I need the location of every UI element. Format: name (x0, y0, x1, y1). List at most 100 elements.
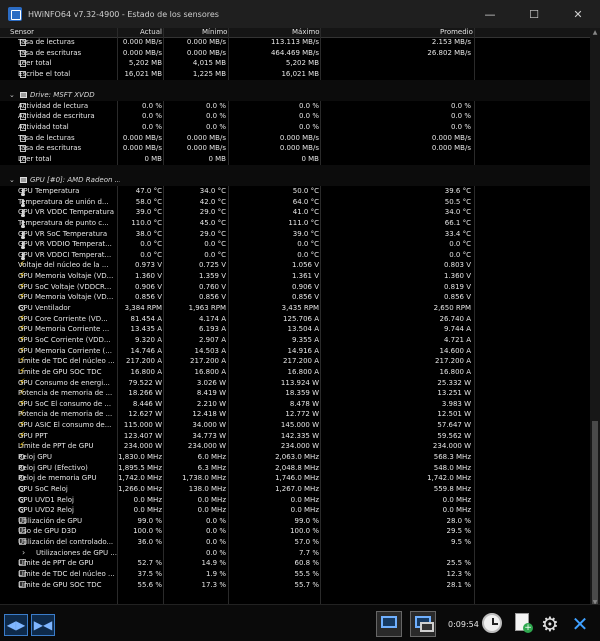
chevron-right-icon[interactable]: › (22, 548, 28, 557)
min-value: 0.0 °C (204, 240, 226, 249)
sensor-row[interactable]: ⚡ Límite de PPT de GPU 234.000 W 234.000 W2… (0, 441, 590, 452)
collapse-chevron-icon[interactable]: ⌄ (9, 175, 15, 186)
nav-left-button[interactable]: ◀▶ (4, 614, 30, 636)
max-value: 12.772 W (285, 410, 319, 419)
sensor-group-row[interactable]: ⌄ Drive: MSFT XVDD (0, 90, 590, 101)
group-separator (0, 79, 590, 91)
sensor-row[interactable]: GPU VR SoC Temperatura 38.0 °C 29.0 °C 39.0… (0, 229, 590, 240)
column-max[interactable]: Máximo (292, 28, 320, 37)
sensor-row[interactable]: Actividad total 0.0 % 0.0 % 0.0 % 0.0 % (0, 122, 590, 133)
collapse-chevron-icon[interactable]: ⌄ (9, 90, 15, 101)
sensor-row[interactable]: Leer total 0 MB 0 MB 0 MB (0, 154, 590, 165)
scroll-up-icon[interactable]: ▲ (590, 28, 600, 38)
sensor-name: GPU VR VDDC Temperatura (18, 208, 115, 217)
sensor-name: GPU SoC Reloj (18, 484, 68, 493)
clock-icon (482, 613, 502, 633)
avg-value: 26.740 A (439, 314, 471, 323)
max-value: 0.000 MB/s (279, 133, 319, 142)
sensor-list[interactable]: Tasa de lecturas 0.000 MB/s 0.000 MB/s 113.… (0, 37, 590, 604)
sensor-row[interactable]: Temperatura de unión d... 58.0 °C 42.0 °C 6… (0, 197, 590, 208)
sensor-row[interactable]: Actividad de escritura 0.0 % 0.0 % 0.0 % 0.0… (0, 111, 590, 122)
sensor-row[interactable]: ⚡ GPU SoC El consumo de ... 8.446 W 2.210 W… (0, 399, 590, 410)
sensor-name: Potencia de memoria de ... (18, 410, 113, 419)
sensor-row[interactable]: Uso de GPU D3D 100.0 % 0.0 % 100.0 % 29.5 % (0, 526, 590, 537)
sensor-row[interactable]: ⚡ GPU SoC Voltaje (VDDCR... 0.906 V 0.760 V… (0, 282, 590, 293)
sensor-row[interactable]: Escribe el total 16,021 MB 1,225 MB 16,021 … (0, 69, 590, 80)
sensor-row[interactable]: Leer total 5,202 MB 4,015 MB 5,202 MB (0, 58, 590, 69)
sensor-row[interactable]: GPU VR VDDC Temperatura 39.0 °C 29.0 °C 41.… (0, 207, 590, 218)
max-value: 0.0 MHz (290, 495, 319, 504)
sensor-name: Reloj GPU (18, 452, 53, 461)
sensor-row[interactable]: ⚡ Potencia de memoria de ... 18.266 W 8.419… (0, 388, 590, 399)
close-window-button[interactable]: ✕ (556, 0, 600, 28)
max-value: 57.0 % (294, 538, 319, 547)
network-button[interactable] (410, 611, 436, 637)
sensor-row[interactable]: GPU UVD2 Reloj 0.0 MHz 0.0 MHz 0.0 MHz 0.0 M… (0, 505, 590, 516)
sensor-row[interactable]: ⚡ GPU ASIC El consumo de... 115.000 W 34.00… (0, 420, 590, 431)
sensor-row[interactable]: Límite de PPT de GPU 52.7 % 14.9 % 60.8 % 25… (0, 558, 590, 569)
sensor-name: Límite de TDC del núcleo ... (18, 570, 115, 579)
column-sensor[interactable]: Sensor (10, 28, 34, 37)
sensor-row[interactable]: Utilización de GPU 99.0 % 0.0 % 99.0 % 28.0 … (0, 516, 590, 527)
current-value: 100.0 % (133, 527, 162, 536)
sensor-row[interactable]: GPU UVD1 Reloj 0.0 MHz 0.0 MHz 0.0 MHz 0.0 M… (0, 495, 590, 506)
max-value: 0.0 % (298, 101, 319, 110)
sensor-row[interactable]: ⚡ Límite de TDC del núcleo ... 217.200 A 21… (0, 356, 590, 367)
sensor-name: GPU Memoria Voltaje (VD... (18, 272, 114, 281)
sensor-row[interactable]: ⚡ GPU Memoria Corriente (... 14.746 A 14.50… (0, 346, 590, 357)
sensor-row[interactable]: GPU VR VDDIO Temperat... 0.0 °C 0.0 °C 0.0 … (0, 239, 590, 250)
avg-value: 33.4 °C (444, 229, 471, 238)
sensor-row[interactable]: Tasa de lecturas 0.000 MB/s 0.000 MB/s 0.00… (0, 133, 590, 144)
minimize-button[interactable]: — (468, 0, 512, 28)
double-arrow-left-icon: ◀▶ (4, 614, 28, 636)
maximize-button[interactable]: ☐ (512, 0, 556, 28)
sensor-row[interactable]: Límite de GPU SOC TDC 55.6 % 17.3 % 55.7 % 2… (0, 580, 590, 591)
sensor-row[interactable]: ⚡ Potencia de memoria de ... 12.627 W 12.41… (0, 409, 590, 420)
sensor-row[interactable]: Reloj GPU 1,830.0 MHz 6.0 MHz 2,063.0 MHz 56… (0, 452, 590, 463)
scroll-thumb[interactable] (592, 421, 598, 606)
min-value: 14.503 A (194, 346, 226, 355)
sensor-row[interactable]: GPU SoC Reloj 1,266.0 MHz 138.0 MHz 1,267.0… (0, 484, 590, 495)
nav-right-button[interactable]: ▶◀ (31, 614, 57, 636)
sensor-row[interactable]: Límite de TDC del núcleo ... 37.5 % 1.9 % 5… (0, 569, 590, 580)
column-current[interactable]: Actual (140, 28, 162, 37)
sensor-row[interactable]: GPU Temperatura 47.0 °C 34.0 °C 50.0 °C 39.6… (0, 186, 590, 197)
sensor-row[interactable]: ⚡ Voltaje del núcleo de la ... 0.973 V 0.72… (0, 260, 590, 271)
max-value: 113.924 W (280, 378, 319, 387)
sensor-row[interactable]: Utilización del controlado... 36.0 % 0.0 %… (0, 537, 590, 548)
reset-timer-button[interactable] (480, 611, 506, 637)
vertical-scrollbar[interactable]: ▲ ▼ (590, 28, 600, 608)
remote-monitor-button[interactable] (376, 611, 402, 637)
column-avg[interactable]: Promedio (440, 28, 473, 37)
sensor-row[interactable]: GPU VR VDDCI Temperat... 0.0 °C 0.0 °C 0.0 … (0, 250, 590, 261)
sensor-row[interactable]: Tasa de escrituras 0.000 MB/s 0.000 MB/s 0.… (0, 143, 590, 154)
sensor-row[interactable]: Tasa de escrituras 0.000 MB/s 0.000 MB/s 46… (0, 48, 590, 59)
sensor-row[interactable]: ⚡ Límite de GPU SOC TDC 16.800 A 16.800 A 16… (0, 367, 590, 378)
sensor-row[interactable]: ⚡ GPU Consumo de energi... 79.522 W 3.026 W… (0, 378, 590, 389)
avg-value: 59.562 W (437, 431, 471, 440)
sensor-name: Utilización del controlado... (18, 538, 114, 547)
sensor-row[interactable]: Temperatura de punto c... 110.0 °C 45.0 °C… (0, 218, 590, 229)
logging-button[interactable]: + (510, 611, 536, 637)
sensor-row[interactable]: Tasa de lecturas 0.000 MB/s 0.000 MB/s 113.… (0, 37, 590, 48)
sensor-row[interactable]: Actividad de lectura 0.0 % 0.0 % 0.0 % 0.0 % (0, 101, 590, 112)
sensor-row[interactable]: Reloj de memoria GPU 1,742.0 MHz 1,738.0 M… (0, 473, 590, 484)
sensor-row[interactable]: ⚡ GPU SoC Corriente (VDD... 9.320 A 2.907 A… (0, 335, 590, 346)
max-value: 142.335 W (280, 431, 319, 440)
sensor-row[interactable]: › Utilizaciones de GPU ... 0.0 % 7.7 % (0, 548, 590, 559)
sensor-row[interactable]: ⚡ GPU Memoria Corriente ... 13.435 A 6.193 … (0, 324, 590, 335)
close-sensors-button[interactable]: ✕ (567, 611, 593, 637)
min-value: 34.0 °C (199, 186, 226, 195)
sensor-row[interactable]: ⚡ GPU Memoria Voltaje (VD... 1.360 V 1.359 … (0, 271, 590, 282)
column-min[interactable]: Mínimo (202, 28, 227, 37)
avg-value: 217.200 A (435, 357, 471, 366)
sensor-row[interactable]: ⚡ GPU Core Corriente (VD... 81.454 A 4.174 … (0, 314, 590, 325)
sensor-row[interactable]: GPU Ventilador 3,384 RPM 1,963 RPM 3,435 RP… (0, 303, 590, 314)
sensor-row[interactable]: ⚡ GPU PPT 123.407 W 34.773 W 142.335 W 59.562… (0, 431, 590, 442)
max-value: 60.8 % (294, 559, 319, 568)
current-value: 99.0 % (137, 516, 162, 525)
sensor-row[interactable]: Reloj GPU (Efectivo) 1,895.5 MHz 6.3 MHz 2,… (0, 463, 590, 474)
settings-button[interactable]: ⚙ (537, 611, 563, 637)
sensor-group-row[interactable]: ⌄ GPU [#0]: AMD Radeon ... (0, 175, 590, 186)
sensor-row[interactable]: ⚡ GPU Memoria Voltaje (VD... 0.856 V 0.856 … (0, 292, 590, 303)
